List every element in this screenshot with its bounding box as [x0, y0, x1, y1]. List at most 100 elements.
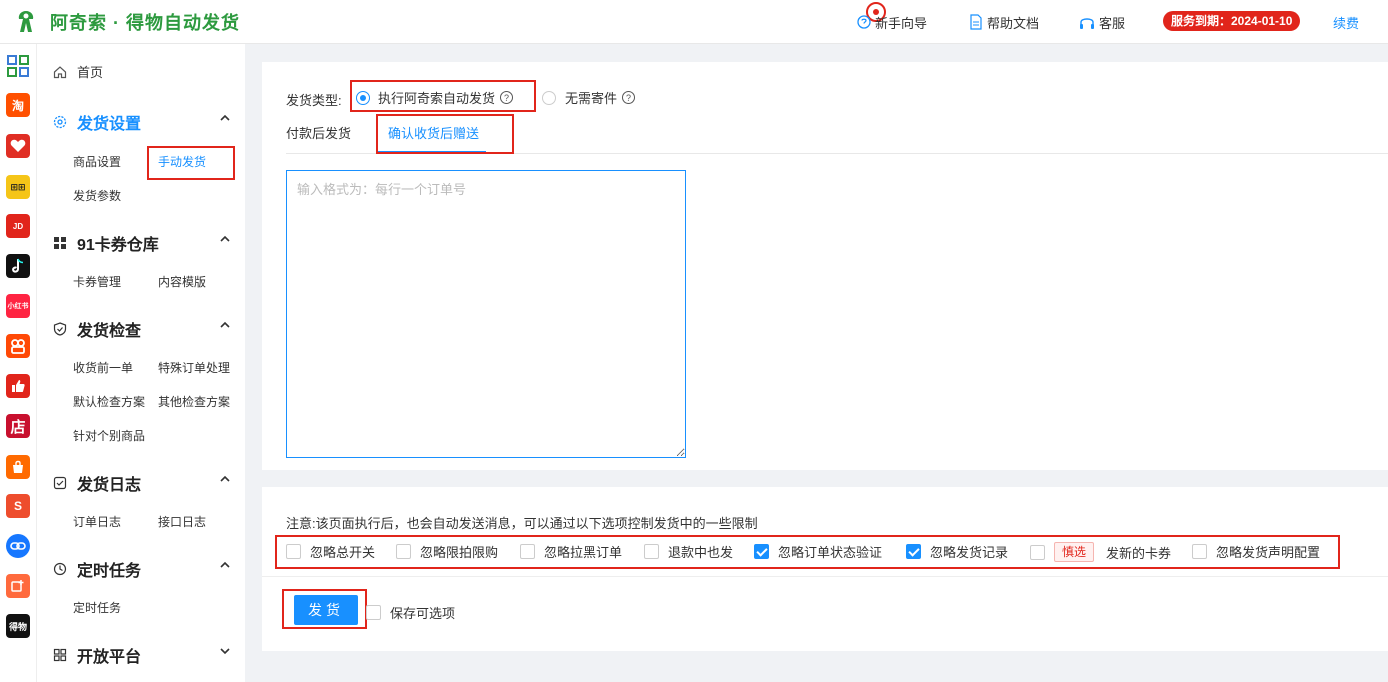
option-label: 忽略订单状态验证 — [778, 545, 883, 560]
save-options-checkbox[interactable]: 保存可选项 — [366, 603, 455, 622]
sidebar-item-content-template[interactable]: 内容模版 — [158, 273, 206, 290]
sidebar-item-home[interactable]: 首页 — [53, 62, 103, 81]
shipping-form-panel: 发货类型: 执行阿奇索自动发货 ? 无需寄件 ? 付款后发货 确认收货后赠送 — [262, 62, 1388, 470]
save-options-label: 保存可选项 — [390, 606, 456, 621]
order-numbers-input[interactable] — [286, 170, 686, 458]
sidebar-item-other-check-plan[interactable]: 其他检查方案 — [158, 393, 230, 410]
option-label: 忽略限拍限购 — [420, 545, 499, 560]
pinduoduo-icon[interactable] — [6, 134, 30, 158]
thumbs-up-icon[interactable] — [6, 374, 30, 398]
checkbox[interactable] — [906, 544, 921, 559]
sidebar-group-shipping-settings[interactable]: 发货设置 — [53, 110, 231, 134]
link-icon[interactable] — [6, 534, 30, 558]
card-plus-icon[interactable] — [6, 574, 30, 598]
checkbox[interactable] — [754, 544, 769, 559]
sidebar-item-card-management[interactable]: 卡券管理 — [73, 273, 121, 290]
sidebar-group-label: 发货设置 — [77, 116, 142, 133]
radio-button[interactable] — [542, 90, 556, 105]
shield-check-icon — [53, 322, 67, 336]
shopee-icon[interactable]: S — [6, 494, 30, 518]
divider — [262, 576, 1388, 577]
sidebar-group-shipping-check[interactable]: 发货检查 — [53, 317, 231, 341]
checkbox[interactable] — [1030, 544, 1045, 560]
headset-icon — [1080, 17, 1094, 29]
sidebar-home-label: 首页 — [77, 65, 104, 80]
sidebar-nav: 首页 发货设置 商品设置 手动发货 发货参数 91卡券仓库 卡券管理 内容模版 … — [37, 44, 245, 682]
tab-after-payment[interactable]: 付款后发货 — [286, 123, 351, 142]
douyin-icon[interactable] — [6, 254, 30, 278]
sidebar-item-api-log[interactable]: 接口日志 — [158, 513, 206, 530]
apps-icon — [53, 648, 67, 662]
sidebar-group-card-warehouse[interactable]: 91卡券仓库 — [53, 231, 231, 255]
app-title: 阿奇索 · 得物自动发货 — [50, 13, 240, 33]
checkbox[interactable] — [366, 605, 381, 620]
sidebar-group-scheduled-tasks[interactable]: 定时任务 — [53, 557, 231, 581]
checkbox[interactable] — [396, 544, 411, 559]
chevron-up-icon — [220, 114, 230, 121]
option-ignore-shipping-statement[interactable]: 忽略发货声明配置 — [1192, 542, 1320, 561]
highlight-box — [147, 146, 235, 180]
sidebar-group-label: 发货日志 — [77, 477, 142, 494]
gear-icon — [53, 115, 67, 129]
checkbox[interactable] — [520, 544, 535, 559]
checkbox[interactable] — [286, 544, 301, 559]
sidebar-item-scheduled-tasks[interactable]: 定时任务 — [73, 599, 121, 616]
sidebar-item-pre-receipt-order[interactable]: 收货前一单 — [73, 359, 133, 376]
guide-label: 新手向导 — [875, 15, 928, 31]
option-ignore-purchase-limit[interactable]: 忽略限拍限购 — [396, 542, 498, 561]
chevron-up-icon — [220, 235, 230, 242]
option-ship-during-refund[interactable]: 退款中也发 — [644, 542, 733, 561]
platform-rail: 淘 ⊞⊞ JD 小红书 店 S 得物 — [0, 44, 37, 682]
app-logo[interactable]: 阿奇索 · 得物自动发货 — [12, 8, 240, 36]
home-icon — [53, 65, 67, 78]
top-header: 阿奇索 · 得物自动发货 新手向导 帮助文档 客服 服务到期：2024-01-1… — [0, 0, 1388, 44]
option-label: 忽略拉黑订单 — [544, 545, 623, 560]
sidebar-item-order-log[interactable]: 订单日志 — [73, 513, 121, 530]
service-expiry-badge: 服务到期：2024-01-10 — [1163, 11, 1301, 31]
option-ignore-order-status[interactable]: 忽略订单状态验证 — [754, 542, 882, 561]
kuaishou-icon[interactable] — [6, 334, 30, 358]
shipping-type-label: 发货类型: — [286, 93, 342, 108]
option-label: 忽略发货声明配置 — [1216, 545, 1321, 560]
log-icon — [53, 476, 67, 490]
renew-link[interactable]: 续费 — [1333, 13, 1359, 32]
option-ignore-shipping-records[interactable]: 忽略发货记录 — [906, 542, 1008, 561]
chevron-down-icon — [220, 648, 230, 655]
chevron-up-icon — [220, 321, 230, 328]
grid-icon — [54, 237, 66, 249]
sidebar-group-open-platform[interactable]: 开放平台 — [53, 643, 231, 667]
option-label: 忽略发货记录 — [930, 545, 1009, 560]
taobao-icon[interactable]: 淘 — [6, 93, 30, 117]
caution-tag: 慎选 — [1054, 542, 1095, 562]
checkbox[interactable] — [644, 544, 659, 559]
notice-text: 注意:该页面执行后，也会自动发送消息，可以通过以下选项控制发货中的一些限制 — [286, 516, 758, 531]
help-docs-link[interactable]: 帮助文档 — [969, 0, 1039, 44]
xiaohongshu-icon[interactable]: 小红书 — [6, 294, 30, 318]
help-icon[interactable]: ? — [622, 91, 636, 104]
option-ignore-blacklist[interactable]: 忽略拉黑订单 — [520, 542, 622, 561]
store-icon[interactable]: 店 — [6, 414, 30, 438]
dewu-icon[interactable]: 得物 — [6, 614, 30, 638]
new-user-guide-link[interactable]: 新手向导 — [857, 0, 927, 44]
apps-grid-icon[interactable] — [6, 54, 30, 78]
shopping-bag-icon[interactable] — [6, 455, 30, 479]
highlight-box — [282, 589, 367, 629]
sidebar-item-specific-products[interactable]: 针对个别商品 — [73, 427, 145, 444]
sidebar-item-shipping-params[interactable]: 发货参数 — [73, 187, 121, 204]
yinzan-icon[interactable]: ⊞⊞ — [6, 175, 30, 199]
option-label: 发新的卡券 — [1106, 545, 1172, 561]
sidebar-item-product-settings[interactable]: 商品设置 — [73, 153, 121, 170]
chevron-up-icon — [220, 475, 230, 482]
sidebar-item-default-check-plan[interactable]: 默认检查方案 — [73, 393, 145, 410]
sidebar-group-label: 开放平台 — [77, 649, 142, 666]
sidebar-group-shipping-log[interactable]: 发货日志 — [53, 471, 231, 495]
radio-no-shipping[interactable]: 无需寄件 ? — [542, 88, 636, 107]
option-ignore-master-switch[interactable]: 忽略总开关 — [286, 542, 375, 561]
sidebar-group-label: 91卡券仓库 — [77, 237, 159, 254]
checkbox[interactable] — [1192, 544, 1207, 559]
sidebar-group-label: 定时任务 — [77, 563, 142, 580]
option-send-new-card[interactable]: 慎选 发新的卡券 — [1030, 542, 1171, 562]
sidebar-item-special-orders[interactable]: 特殊订单处理 — [158, 359, 230, 376]
jd-icon[interactable]: JD — [6, 214, 30, 238]
customer-service-link[interactable]: 客服 — [1079, 0, 1125, 44]
